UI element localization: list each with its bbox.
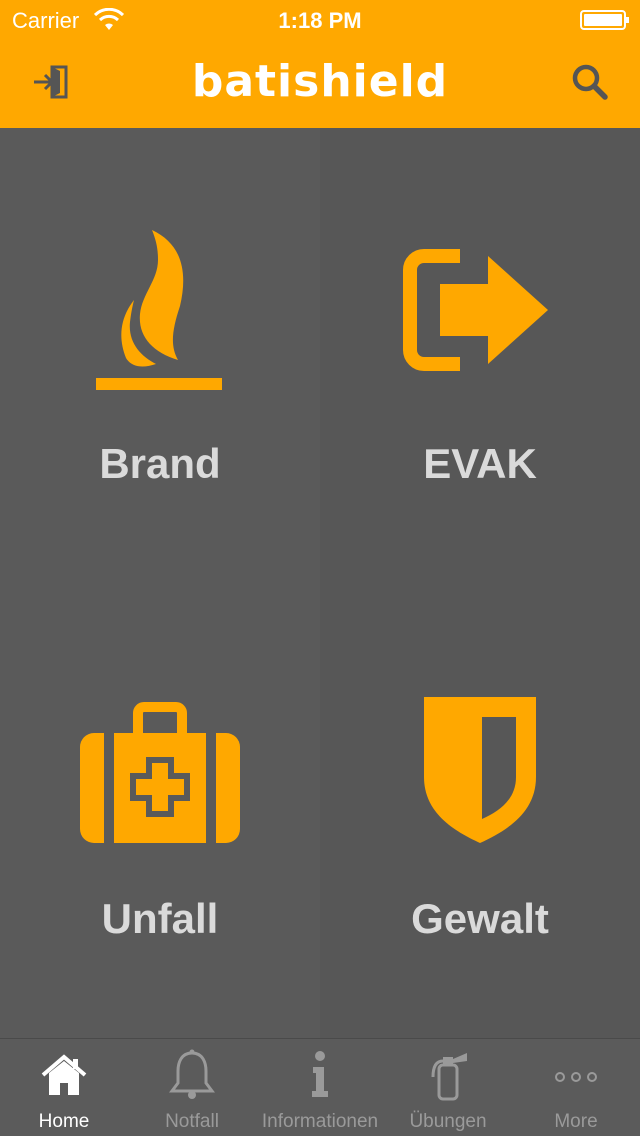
evacuation-exit-icon: [403, 249, 548, 371]
tab-notfall[interactable]: Notfall: [128, 1039, 256, 1136]
home-icon: [41, 1054, 87, 1095]
first-aid-kit-icon: [80, 702, 240, 843]
tab-label: Informationen: [261, 1111, 379, 1132]
app-logo-title: batishield: [191, 56, 449, 107]
tab-label: Notfall: [165, 1111, 219, 1132]
tab-bar: Home Notfall Informationen Übungen More: [0, 1038, 640, 1136]
clock-label: 1:18 PM: [278, 8, 362, 33]
more-dots-icon: [555, 1072, 597, 1082]
tile-label: EVAK: [423, 440, 537, 487]
tab-more[interactable]: More: [512, 1039, 640, 1136]
tab-home[interactable]: Home: [0, 1039, 128, 1136]
tab-label: Übungen: [409, 1111, 487, 1132]
tab-label: More: [554, 1111, 598, 1132]
tile-gewalt[interactable]: Gewalt: [320, 583, 640, 1038]
tile-label: Brand: [99, 440, 221, 487]
fire-extinguisher-icon: [431, 1053, 467, 1101]
tab-label: Home: [38, 1111, 90, 1132]
tile-brand[interactable]: Brand: [0, 128, 320, 583]
tile-unfall[interactable]: Unfall: [0, 583, 320, 1038]
bell-icon: [169, 1049, 215, 1099]
emergency-category-grid: Brand EVAK Unfall Gewalt: [0, 128, 640, 1038]
tab-informationen[interactable]: Informationen: [256, 1039, 384, 1136]
search-icon[interactable]: [570, 62, 610, 102]
status-bar: Carrier 1:18 PM: [0, 0, 640, 40]
flame-icon: [96, 230, 222, 390]
tile-evak[interactable]: EVAK: [320, 128, 640, 583]
shield-icon: [424, 697, 536, 843]
tile-label: Unfall: [101, 895, 219, 942]
tab-uebungen[interactable]: Übungen: [384, 1039, 512, 1136]
tile-label: Gewalt: [411, 895, 549, 942]
battery-icon: [580, 10, 629, 30]
info-icon: [312, 1051, 328, 1097]
app-header: Carrier 1:18 PM batishield: [0, 0, 640, 128]
